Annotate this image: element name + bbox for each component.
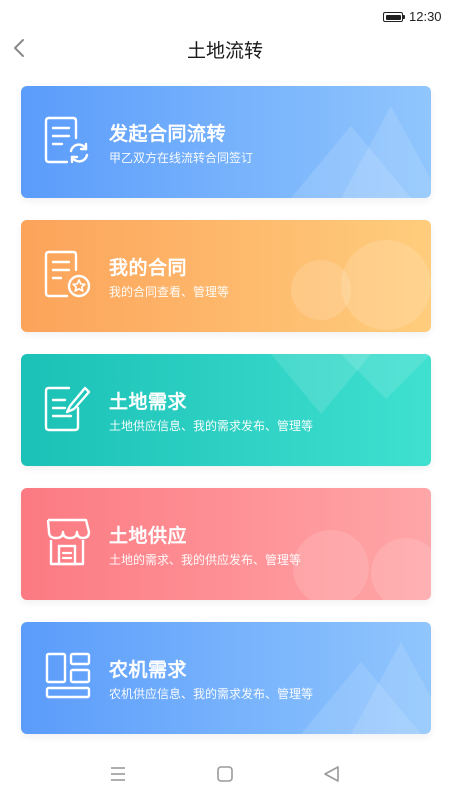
card-title: 土地供应: [109, 525, 188, 547]
back-triangle-icon[interactable]: [320, 762, 344, 786]
home-square-icon[interactable]: [213, 762, 237, 786]
feature-card-list: 发起合同流转 甲乙双方在线流转合同签订 我的合同 我的合同查看、管理等 土地需求…: [21, 86, 431, 756]
card-description: 土地供应信息、我的需求发布、管理等: [109, 419, 314, 433]
card-description: 我的合同查看、管理等: [109, 285, 230, 299]
battery-icon: [383, 12, 403, 22]
card-land-supply[interactable]: 土地供应 土地的需求、我的供应发布、管理等: [21, 488, 431, 600]
status-bar: 12:30: [0, 0, 450, 30]
grid-layout-icon: [45, 652, 91, 699]
card-title: 农机需求: [109, 659, 188, 681]
card-title: 发起合同流转: [109, 123, 227, 145]
status-time: 12:30: [409, 9, 442, 24]
document-sync-icon: [44, 116, 89, 164]
system-nav-bar: [0, 748, 450, 800]
card-initiate-contract[interactable]: 发起合同流转 甲乙双方在线流转合同签订: [21, 86, 431, 198]
card-description: 甲乙双方在线流转合同签订: [109, 151, 254, 165]
card-my-contracts[interactable]: 我的合同 我的合同查看、管理等: [21, 220, 431, 332]
page-title: 土地流转: [186, 40, 263, 62]
card-description: 农机供应信息、我的需求发布、管理等: [109, 687, 314, 701]
card-machinery-demand[interactable]: 农机需求 农机供应信息、我的需求发布、管理等: [21, 622, 431, 734]
store-icon: [46, 518, 91, 566]
menu-icon[interactable]: [106, 762, 130, 786]
edit-note-icon: [44, 386, 91, 432]
card-land-demand[interactable]: 土地需求 土地供应信息、我的需求发布、管理等: [21, 354, 431, 466]
document-star-icon: [44, 250, 91, 298]
card-title: 我的合同: [109, 257, 188, 279]
nav-header: 土地流转: [0, 30, 450, 66]
card-description: 土地的需求、我的供应发布、管理等: [109, 553, 302, 567]
battery-tip: [403, 15, 405, 19]
card-title: 土地需求: [109, 391, 188, 413]
